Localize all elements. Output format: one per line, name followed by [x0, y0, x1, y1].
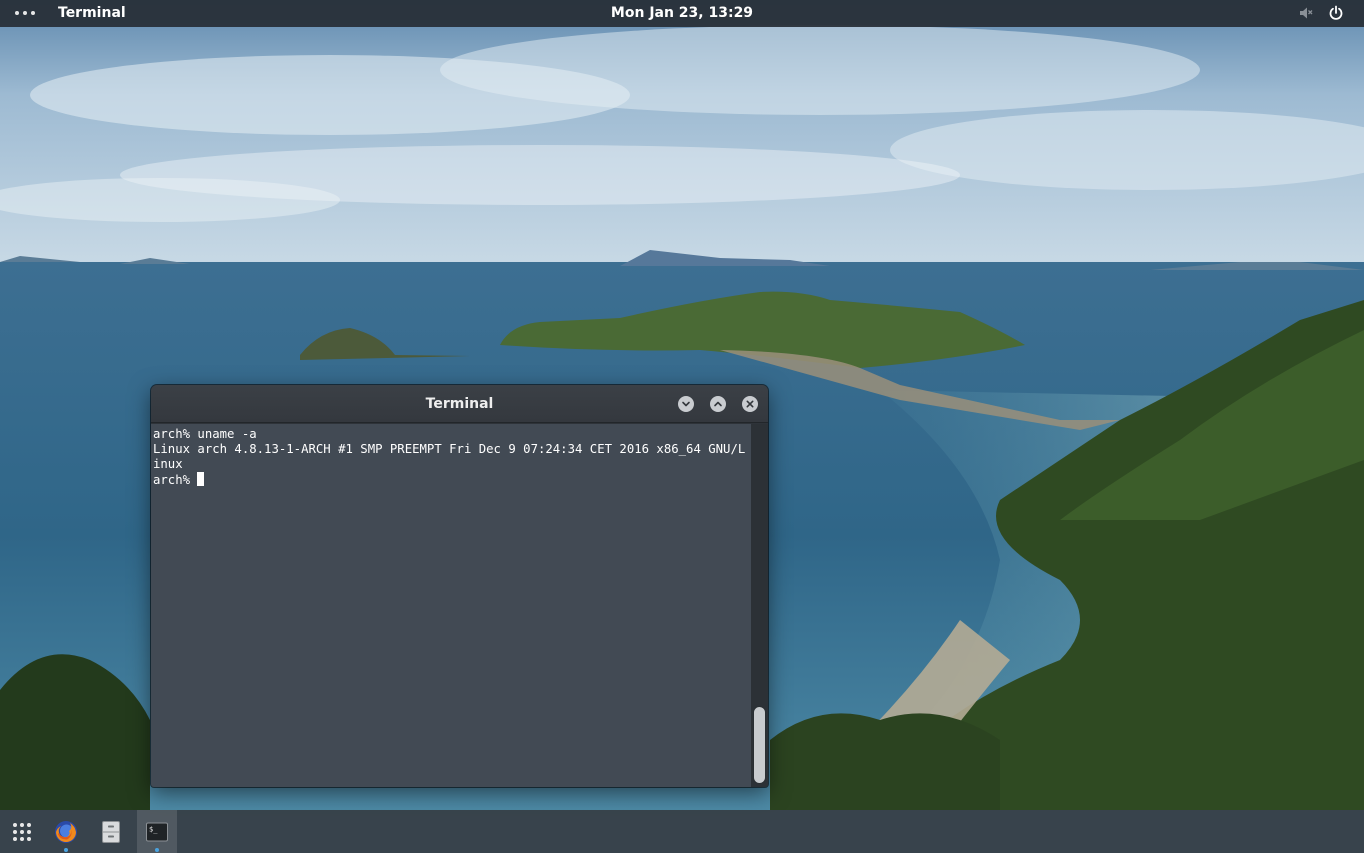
terminal-prompt-line[interactable]: arch%	[153, 472, 751, 487]
top-panel: Terminal Mon Jan 23, 13:29	[0, 0, 1364, 27]
maximize-icon	[714, 401, 722, 407]
terminal-output[interactable]: arch% uname -a Linux arch 4.8.13-1-ARCH …	[151, 424, 751, 787]
dock-item-files[interactable]	[91, 810, 131, 853]
minimize-icon	[682, 401, 690, 407]
close-button[interactable]	[742, 396, 758, 412]
power-icon[interactable]	[1328, 5, 1344, 21]
volume-muted-icon[interactable]	[1299, 6, 1313, 20]
window-title: Terminal	[425, 396, 494, 412]
dock: $_	[0, 810, 1364, 853]
terminal-scrollbar[interactable]	[751, 424, 768, 787]
menu-dots-icon[interactable]	[14, 5, 38, 21]
dock-item-firefox[interactable]	[46, 810, 86, 853]
firefox-icon	[55, 821, 77, 843]
window-titlebar[interactable]: Terminal	[151, 385, 768, 423]
running-indicator	[64, 848, 68, 852]
maximize-button[interactable]	[710, 396, 726, 412]
terminal-line-output: Linux arch 4.8.13-1-ARCH #1 SMP PREEMPT …	[153, 442, 746, 456]
close-icon	[746, 400, 754, 408]
scrollbar-thumb[interactable]	[753, 706, 766, 784]
app-grid-icon	[13, 823, 31, 841]
active-app-name[interactable]: Terminal	[58, 5, 126, 21]
clock[interactable]: Mon Jan 23, 13:29	[611, 5, 753, 21]
terminal-line-command: arch% uname -a	[153, 427, 257, 441]
minimize-button[interactable]	[678, 396, 694, 412]
running-indicator	[155, 848, 159, 852]
file-cabinet-icon	[102, 821, 120, 843]
terminal-line-output-wrap: inux	[153, 457, 183, 471]
terminal-prompt: arch%	[153, 473, 198, 487]
text-cursor	[197, 472, 205, 486]
dock-item-terminal[interactable]: $_	[137, 810, 177, 853]
dock-item-app-grid[interactable]	[2, 810, 42, 853]
svg-text:$_: $_	[149, 826, 158, 834]
terminal-icon: $_	[146, 822, 168, 842]
terminal-window: Terminal arch% uname -a Linux arch 4.8.1…	[151, 385, 768, 787]
clock-container: Mon Jan 23, 13:29	[0, 5, 1364, 21]
